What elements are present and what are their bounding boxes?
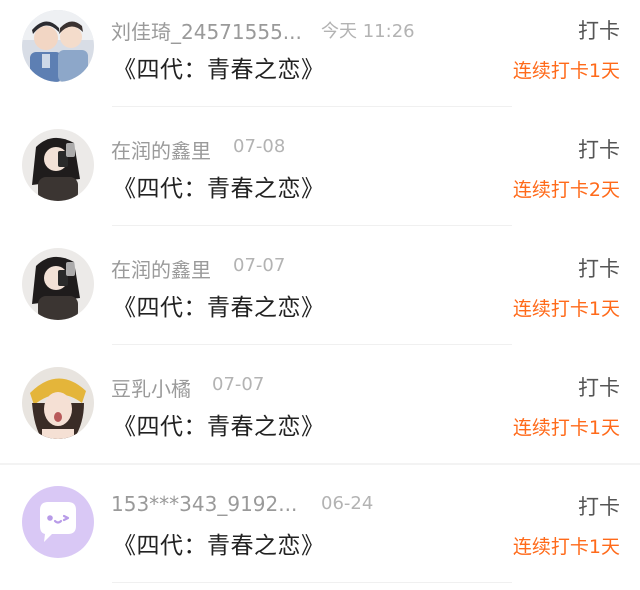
couple-photo-avatar[interactable] — [22, 10, 94, 82]
streak-badge: 连续打卡1天 — [512, 60, 620, 82]
user-name[interactable]: 153***343_9192... — [111, 492, 297, 516]
divider — [112, 106, 512, 107]
divider — [112, 225, 512, 226]
list-item[interactable]: 在润的鑫里 07-08 《四代：青春之恋》 打卡 连续打卡2天 — [0, 119, 640, 238]
timestamp: 07-08 — [233, 136, 286, 157]
streak-badge: 连续打卡1天 — [512, 417, 620, 439]
divider — [112, 344, 512, 345]
checkin-list: 刘佳琦_24571555... 今天 11:26 《四代：青春之恋》 打卡 连续… — [0, 0, 640, 590]
streak-badge: 连续打卡1天 — [512, 536, 620, 558]
timestamp: 06-24 — [321, 493, 374, 514]
user-name[interactable]: 刘佳琦_24571555... — [111, 16, 302, 45]
selfie-photo-avatar[interactable] — [22, 129, 94, 201]
timestamp: 07-07 — [233, 255, 286, 276]
book-title[interactable]: 《四代：青春之恋》 — [113, 407, 325, 441]
user-name[interactable]: 在润的鑫里 — [111, 135, 211, 164]
checkin-label: 打卡 — [578, 257, 620, 281]
user-name[interactable]: 豆乳小橘 — [111, 373, 191, 402]
book-title[interactable]: 《四代：青春之恋》 — [113, 526, 325, 560]
selfie-photo-avatar[interactable] — [22, 248, 94, 320]
list-item[interactable]: 豆乳小橘 07-07 《四代：青春之恋》 打卡 连续打卡1天 — [0, 357, 640, 476]
streak-badge: 连续打卡2天 — [512, 179, 620, 201]
checkin-label: 打卡 — [578, 376, 620, 400]
list-item[interactable]: 153***343_9192... 06-24 《四代：青春之恋》 打卡 连续打… — [0, 476, 640, 590]
streak-badge: 连续打卡1天 — [512, 298, 620, 320]
list-item[interactable]: 在润的鑫里 07-07 《四代：青春之恋》 打卡 连续打卡1天 — [0, 238, 640, 357]
book-title[interactable]: 《四代：青春之恋》 — [113, 288, 325, 322]
timestamp: 今天 11:26 — [321, 21, 415, 42]
default-chat-bubble-avatar[interactable] — [22, 486, 94, 558]
divider — [112, 582, 512, 583]
divider — [0, 463, 640, 465]
checkin-label: 打卡 — [578, 138, 620, 162]
checkin-label: 打卡 — [578, 19, 620, 43]
user-name[interactable]: 在润的鑫里 — [111, 254, 211, 283]
list-item[interactable]: 刘佳琦_24571555... 今天 11:26 《四代：青春之恋》 打卡 连续… — [0, 0, 640, 119]
timestamp: 07-07 — [212, 374, 265, 395]
book-title[interactable]: 《四代：青春之恋》 — [113, 169, 325, 203]
checkin-label: 打卡 — [578, 495, 620, 519]
portrait-photo-avatar[interactable] — [22, 367, 94, 439]
book-title[interactable]: 《四代：青春之恋》 — [113, 50, 325, 84]
